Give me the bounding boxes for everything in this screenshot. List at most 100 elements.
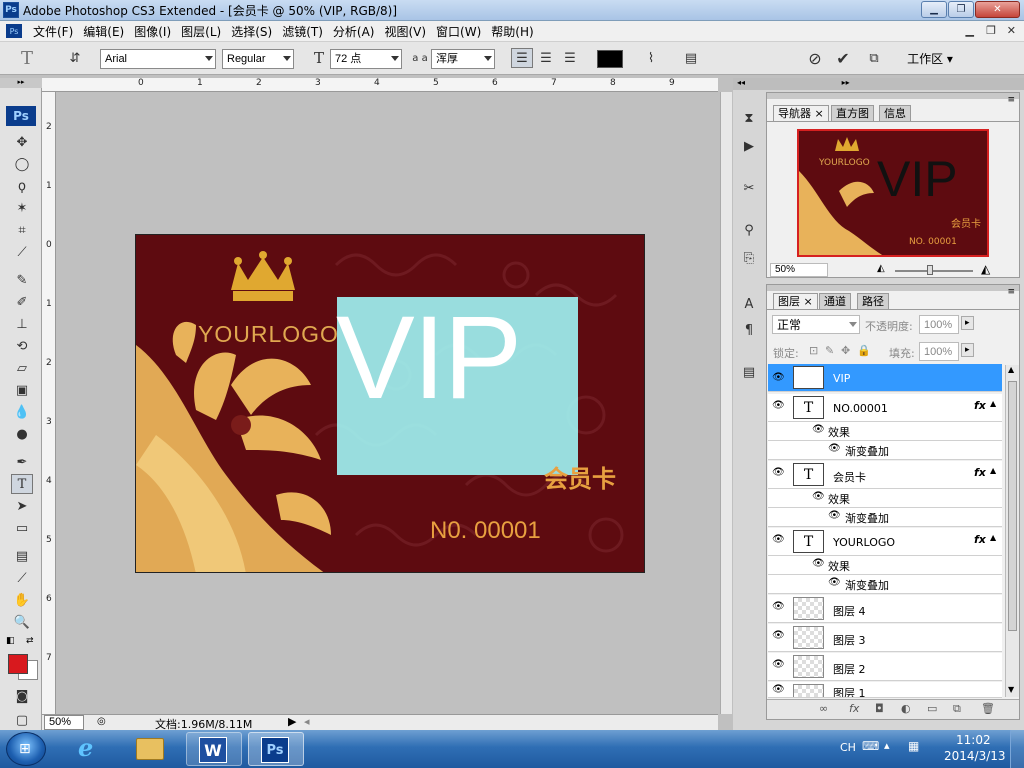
healing-brush-icon[interactable]: ✎: [11, 270, 33, 290]
visibility-eye-icon[interactable]: 👁: [828, 577, 841, 588]
layer-row[interactable]: 👁 图层 4: [768, 595, 1002, 623]
visibility-eye-icon[interactable]: 👁: [772, 534, 785, 545]
visibility-eye-icon[interactable]: 👁: [772, 400, 785, 411]
pen-tool-icon[interactable]: ✒: [11, 452, 33, 472]
new-group-icon[interactable]: ▭: [927, 702, 937, 715]
brush-tool-icon[interactable]: ✐: [11, 292, 33, 312]
visibility-eye-icon[interactable]: 👁: [772, 372, 785, 383]
visibility-eye-icon[interactable]: 👁: [772, 630, 785, 641]
layer-mask-icon[interactable]: ◘: [875, 702, 884, 715]
type-tool-icon[interactable]: T: [11, 474, 33, 494]
ps-logo[interactable]: Ps: [6, 106, 36, 126]
history-panel-icon[interactable]: ⧗: [738, 108, 760, 128]
eraser-tool-icon[interactable]: ▱: [11, 358, 33, 378]
layer-style-icon[interactable]: fx: [849, 702, 859, 715]
link-layers-icon[interactable]: ∞: [819, 702, 828, 715]
lock-transparent-icon[interactable]: ⊡: [809, 344, 818, 357]
menu-window[interactable]: 窗口(W): [431, 23, 486, 40]
visibility-eye-icon[interactable]: 👁: [828, 443, 841, 454]
visibility-eye-icon[interactable]: 👁: [772, 467, 785, 478]
menu-edit[interactable]: 编辑(E): [78, 23, 129, 40]
screen-mode-icon[interactable]: ▢: [11, 710, 33, 730]
scroll-left-icon[interactable]: ◂: [304, 715, 310, 728]
layer-comps-icon[interactable]: ▤: [738, 362, 760, 382]
clone-stamp-icon[interactable]: ⊥: [11, 314, 33, 334]
quick-mask-icon[interactable]: ◙: [11, 686, 33, 706]
visibility-eye-icon[interactable]: 👁: [812, 558, 825, 569]
adjustment-layer-icon[interactable]: ◐: [901, 702, 911, 715]
layer-row[interactable]: 👁 T YOURLOGO fx ▲: [768, 528, 1002, 556]
start-button[interactable]: ⊞: [6, 732, 46, 766]
layers-scrollbar[interactable]: ▲ ▼: [1005, 365, 1019, 697]
effect-row[interactable]: 👁 渐变叠加: [768, 508, 1002, 527]
brushes-panel-icon[interactable]: ⚲: [738, 220, 760, 240]
visibility-eye-icon[interactable]: 👁: [828, 510, 841, 521]
layer-row[interactable]: 👁 T VIP: [768, 364, 1002, 392]
new-layer-icon[interactable]: ⧉: [953, 702, 961, 716]
visibility-eye-icon[interactable]: 👁: [812, 424, 825, 435]
expand-effects-icon[interactable]: ▲: [990, 466, 996, 475]
taskbar-ie[interactable]: e: [66, 732, 114, 766]
layer-fx-icon[interactable]: fx: [974, 533, 986, 546]
lasso-tool-icon[interactable]: ϙ: [11, 176, 33, 196]
vertical-scrollbar[interactable]: [720, 92, 732, 714]
effect-row[interactable]: 👁 渐变叠加: [768, 575, 1002, 594]
font-family-select[interactable]: Arial: [100, 49, 216, 69]
lock-position-icon[interactable]: ✥: [841, 344, 850, 357]
visibility-eye-icon[interactable]: 👁: [772, 684, 785, 695]
notes-tool-icon[interactable]: ▤: [11, 546, 33, 566]
fill-arrow-icon[interactable]: ▸: [961, 343, 974, 357]
hand-tool-icon[interactable]: ✋: [11, 590, 33, 610]
visibility-eye-icon[interactable]: 👁: [812, 491, 825, 502]
tab-navigator[interactable]: 导航器 ×: [773, 105, 829, 121]
align-left-button[interactable]: ☰: [511, 48, 533, 68]
doc-restore-icon[interactable]: ❐: [986, 24, 996, 37]
opacity-arrow-icon[interactable]: ▸: [961, 316, 974, 330]
history-brush-icon[interactable]: ⟲: [11, 336, 33, 356]
font-style-select[interactable]: Regular: [222, 49, 294, 69]
scroll-up-icon[interactable]: ▲: [1008, 365, 1014, 374]
bridge-icon[interactable]: ⧉: [862, 48, 886, 68]
marquee-tool-icon[interactable]: ◯: [11, 154, 33, 174]
delete-layer-icon[interactable]: 🗑: [981, 702, 995, 715]
tab-layers[interactable]: 图层 ×: [773, 293, 818, 309]
close-tab-icon[interactable]: ×: [815, 107, 824, 120]
expand-effects-icon[interactable]: ▲: [990, 399, 996, 408]
layer-row[interactable]: 👁 图层 3: [768, 624, 1002, 652]
visibility-eye-icon[interactable]: 👁: [772, 601, 785, 612]
zoom-level-input[interactable]: 50%: [44, 715, 84, 730]
align-right-button[interactable]: ☰: [559, 48, 581, 68]
card-vip-text[interactable]: VIP: [336, 293, 522, 423]
zoom-out-icon[interactable]: ◭: [877, 263, 885, 274]
commit-edit-icon[interactable]: ✔: [832, 48, 854, 68]
character-icon[interactable]: A: [738, 294, 760, 314]
doc-minimize-icon[interactable]: ▁: [966, 24, 974, 37]
slice-tool-icon[interactable]: ⟋: [11, 242, 33, 262]
move-tool-icon[interactable]: ✥: [11, 132, 33, 152]
text-color-swatch[interactable]: [597, 50, 623, 68]
tab-info[interactable]: 信息: [879, 105, 911, 121]
layers-menu-icon[interactable]: ≡: [1007, 287, 1015, 297]
path-selection-icon[interactable]: ➤: [11, 496, 33, 516]
zoom-slider[interactable]: [895, 270, 973, 272]
close-button[interactable]: ✕: [975, 1, 1020, 18]
tab-paths[interactable]: 路径: [857, 293, 889, 309]
show-desktop-button[interactable]: [1010, 730, 1024, 768]
taskbar-word[interactable]: W: [186, 732, 242, 766]
foreground-color-swatch[interactable]: [8, 654, 28, 674]
magic-wand-tool-icon[interactable]: ✶: [11, 198, 33, 218]
font-size-input[interactable]: 72 点: [330, 49, 402, 69]
text-tool-preset-icon[interactable]: T: [14, 48, 40, 69]
tab-channels[interactable]: 通道: [819, 293, 851, 309]
opacity-input[interactable]: 100%: [919, 315, 959, 334]
gradient-tool-icon[interactable]: ▣: [11, 380, 33, 400]
rectangle-tool-icon[interactable]: ▭: [11, 518, 33, 538]
effects-row[interactable]: 👁 效果: [768, 556, 1002, 575]
maximize-button[interactable]: ❐: [948, 1, 974, 18]
actions-panel-icon[interactable]: ▶: [738, 136, 760, 156]
tray-arrow-icon[interactable]: ▴: [884, 739, 890, 752]
layer-row[interactable]: 👁 图层 2: [768, 653, 1002, 681]
expand-effects-icon[interactable]: ▲: [990, 533, 996, 542]
toolbox-grip[interactable]: ▸▸: [0, 78, 42, 88]
taskbar-explorer[interactable]: [126, 732, 174, 766]
